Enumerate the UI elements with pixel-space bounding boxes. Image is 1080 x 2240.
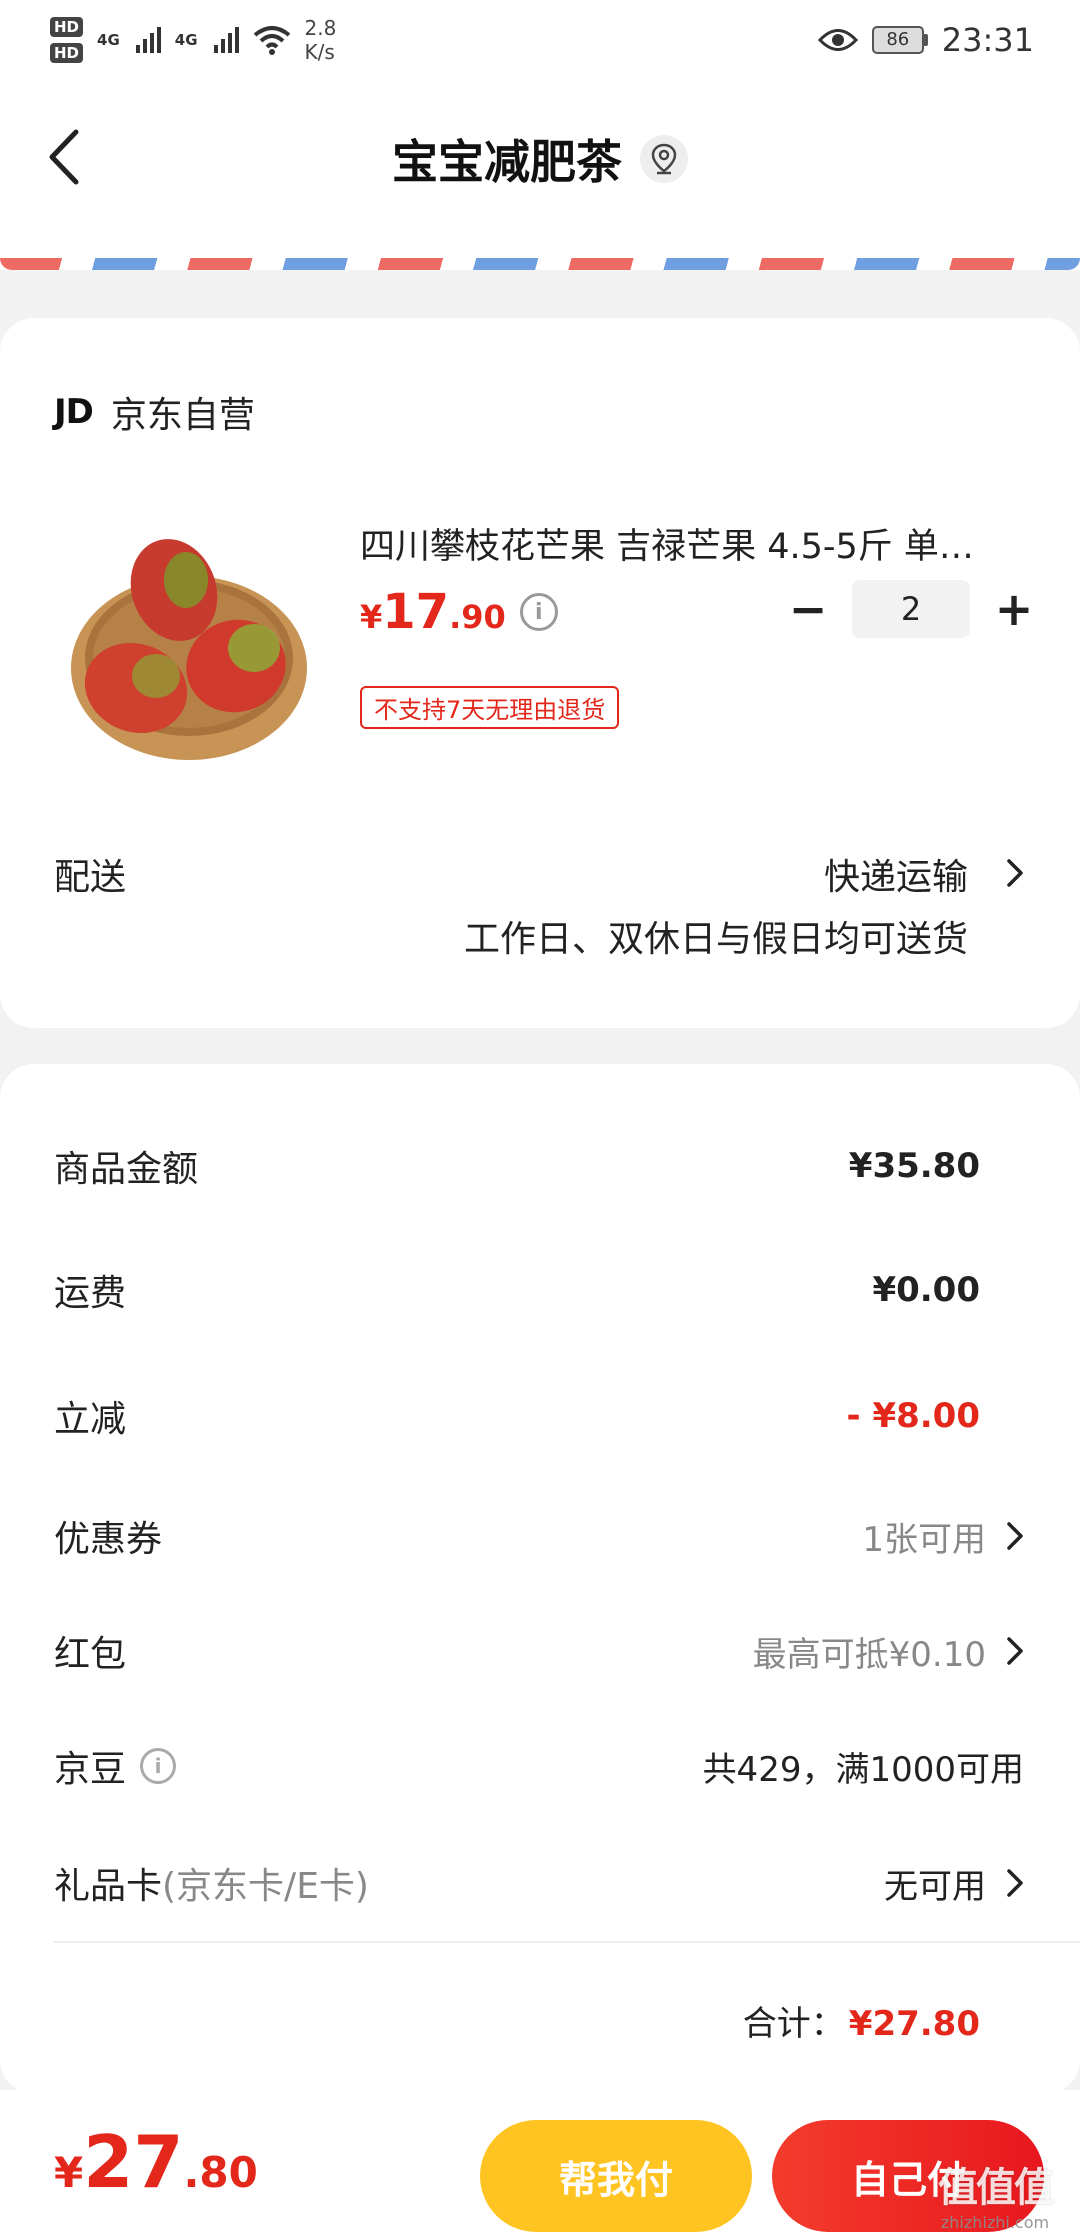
chevron-right-icon bbox=[1007, 1637, 1023, 1665]
gift-card-value: 无可用 bbox=[884, 1866, 986, 1907]
red-packet-row[interactable]: 红包 最高可抵¥0.10 bbox=[54, 1621, 1024, 1681]
divider bbox=[54, 1941, 1080, 1943]
product-price: ¥ 17 .90 i bbox=[360, 584, 558, 640]
goods-amount-label: 商品金额 bbox=[54, 1149, 199, 1190]
quantity-input[interactable]: 2 bbox=[852, 580, 970, 638]
gift-card-value-wrap: 无可用 bbox=[884, 1859, 1024, 1908]
instant-discount-value: - ¥8.00 bbox=[846, 1396, 981, 1436]
page-title: 宝宝减肥茶 bbox=[392, 135, 622, 189]
gift-card-label-wrap: 礼品卡 (京东卡/E卡) bbox=[54, 1857, 369, 1909]
red-packet-value-wrap: 最高可抵¥0.10 bbox=[753, 1627, 1024, 1676]
status-left: HD HD 4G 4G 2.8 K/s bbox=[50, 16, 336, 64]
return-policy-tag: 不支持7天无理由退货 bbox=[360, 686, 620, 729]
jingdou-row: 京豆 i 共429，满1000可用 bbox=[54, 1736, 1024, 1796]
coupon-row[interactable]: 优惠券 1张可用 bbox=[54, 1506, 1024, 1566]
price-decimal: .90 bbox=[449, 598, 506, 636]
chevron-right-icon bbox=[1007, 1869, 1023, 1897]
title-wrap: 宝宝减肥茶 bbox=[0, 126, 1080, 192]
instant-discount-row: 立减 - ¥8.00 bbox=[54, 1386, 1024, 1446]
shop-name: 京东自营 bbox=[110, 395, 255, 436]
location-pin-icon bbox=[651, 143, 677, 175]
checkout-bar: ¥ 27 .80 帮我付 自己付 值值值 zhizhizhi.com bbox=[0, 2090, 1080, 2240]
chevron-right-icon[interactable] bbox=[1006, 858, 1024, 888]
jingdou-value: 共429，满1000可用 bbox=[702, 1749, 1024, 1790]
minus-button[interactable]: − bbox=[780, 581, 836, 637]
status-bar: HD HD 4G 4G 2.8 K/s 86 23:31 bbox=[0, 0, 1080, 80]
total-label: 合计： bbox=[742, 2004, 845, 2044]
total-value: ¥27.80 bbox=[848, 2004, 980, 2044]
coupon-value: 1张可用 bbox=[862, 1519, 986, 1560]
total-row: 合计： ¥27.80 bbox=[743, 1996, 980, 2045]
page-header: 宝宝减肥茶 bbox=[0, 80, 1080, 270]
network-label-2: 4G bbox=[174, 31, 198, 49]
instant-discount-label: 立减 bbox=[54, 1399, 127, 1440]
status-right: 86 23:31 bbox=[817, 21, 1034, 59]
hd-indicators: HD HD bbox=[50, 17, 84, 63]
delivery-method[interactable]: 快递运输 bbox=[824, 848, 968, 900]
shipping-value: ¥0.00 bbox=[872, 1270, 980, 1310]
shop-row[interactable]: JD 京东自营 bbox=[54, 386, 255, 438]
checkout-price-decimal: .80 bbox=[183, 2148, 258, 2197]
red-packet-label: 红包 bbox=[54, 1634, 127, 1675]
jingdou-label: 京豆 bbox=[54, 1749, 127, 1790]
price-symbol: ¥ bbox=[360, 598, 383, 636]
eye-icon bbox=[817, 29, 858, 51]
network-label-1: 4G bbox=[97, 31, 120, 49]
product-image[interactable] bbox=[64, 518, 314, 768]
chevron-right-icon bbox=[1007, 1522, 1023, 1550]
red-packet-value: 最高可抵¥0.10 bbox=[752, 1634, 986, 1675]
help-me-pay-button[interactable]: 帮我付 bbox=[480, 2120, 752, 2232]
clock: 23:31 bbox=[941, 21, 1034, 59]
delivery-note: 工作日、双休日与假日均可送货 bbox=[463, 919, 968, 960]
signal-icon-2 bbox=[213, 27, 239, 53]
quantity-stepper: − 2 + bbox=[780, 580, 1042, 638]
gift-card-sublabel: (京东卡/E卡) bbox=[162, 1866, 369, 1907]
jd-logo: JD bbox=[54, 392, 94, 432]
signal-icon bbox=[135, 27, 161, 53]
goods-amount-value: ¥35.80 bbox=[848, 1146, 980, 1186]
hd2-badge: HD bbox=[50, 43, 84, 63]
info-icon[interactable]: i bbox=[140, 1748, 177, 1784]
speed-unit: K/s bbox=[304, 40, 335, 64]
plus-button[interactable]: + bbox=[986, 581, 1042, 637]
net-speed: 2.8 K/s bbox=[305, 16, 337, 64]
info-icon[interactable]: i bbox=[519, 593, 558, 631]
gift-card-row[interactable]: 礼品卡 (京东卡/E卡) 无可用 bbox=[54, 1853, 1024, 1913]
product-card: JD 京东自营 四川攀枝花芒果 吉禄芒果 4.5-5斤 单… ¥ 17 .90 … bbox=[0, 318, 1080, 1028]
shipping-label: 运费 bbox=[54, 1273, 127, 1314]
delivery-label: 配送 bbox=[54, 857, 127, 898]
hd1-badge: HD bbox=[50, 17, 84, 37]
speed-value: 2.8 bbox=[304, 16, 337, 40]
wifi-icon bbox=[253, 26, 290, 55]
watermark-logo: 值值值 bbox=[938, 2165, 1054, 2211]
order-summary-card: 商品金额 ¥35.80 运费 ¥0.00 立减 - ¥8.00 优惠券 1张可用… bbox=[0, 1064, 1080, 2094]
watermark-url: zhizhizhi.com bbox=[940, 2213, 1050, 2232]
watermark: 值值值 zhizhizhi.com bbox=[920, 2155, 1070, 2232]
gift-card-label: 礼品卡 bbox=[54, 1866, 163, 1907]
checkout-total: ¥ 27 .80 bbox=[54, 2120, 258, 2204]
product-title[interactable]: 四川攀枝花芒果 吉禄芒果 4.5-5斤 单… bbox=[360, 518, 1020, 569]
jingdou-label-wrap: 京豆 i bbox=[54, 1740, 177, 1792]
checkout-price-integer: 27 bbox=[83, 2120, 184, 2204]
price-integer: 17 bbox=[382, 584, 450, 640]
checkout-price-symbol: ¥ bbox=[54, 2148, 84, 2197]
coupon-label: 优惠券 bbox=[54, 1519, 163, 1560]
goods-amount-row: 商品金额 ¥35.80 bbox=[54, 1136, 1024, 1196]
address-envelope-stripe bbox=[0, 258, 1080, 270]
location-button[interactable] bbox=[640, 135, 688, 183]
shipping-row: 运费 ¥0.00 bbox=[54, 1260, 1024, 1320]
coupon-value-wrap: 1张可用 bbox=[862, 1512, 1024, 1561]
battery-icon: 86 bbox=[871, 26, 928, 54]
battery-level: 86 bbox=[871, 26, 924, 54]
